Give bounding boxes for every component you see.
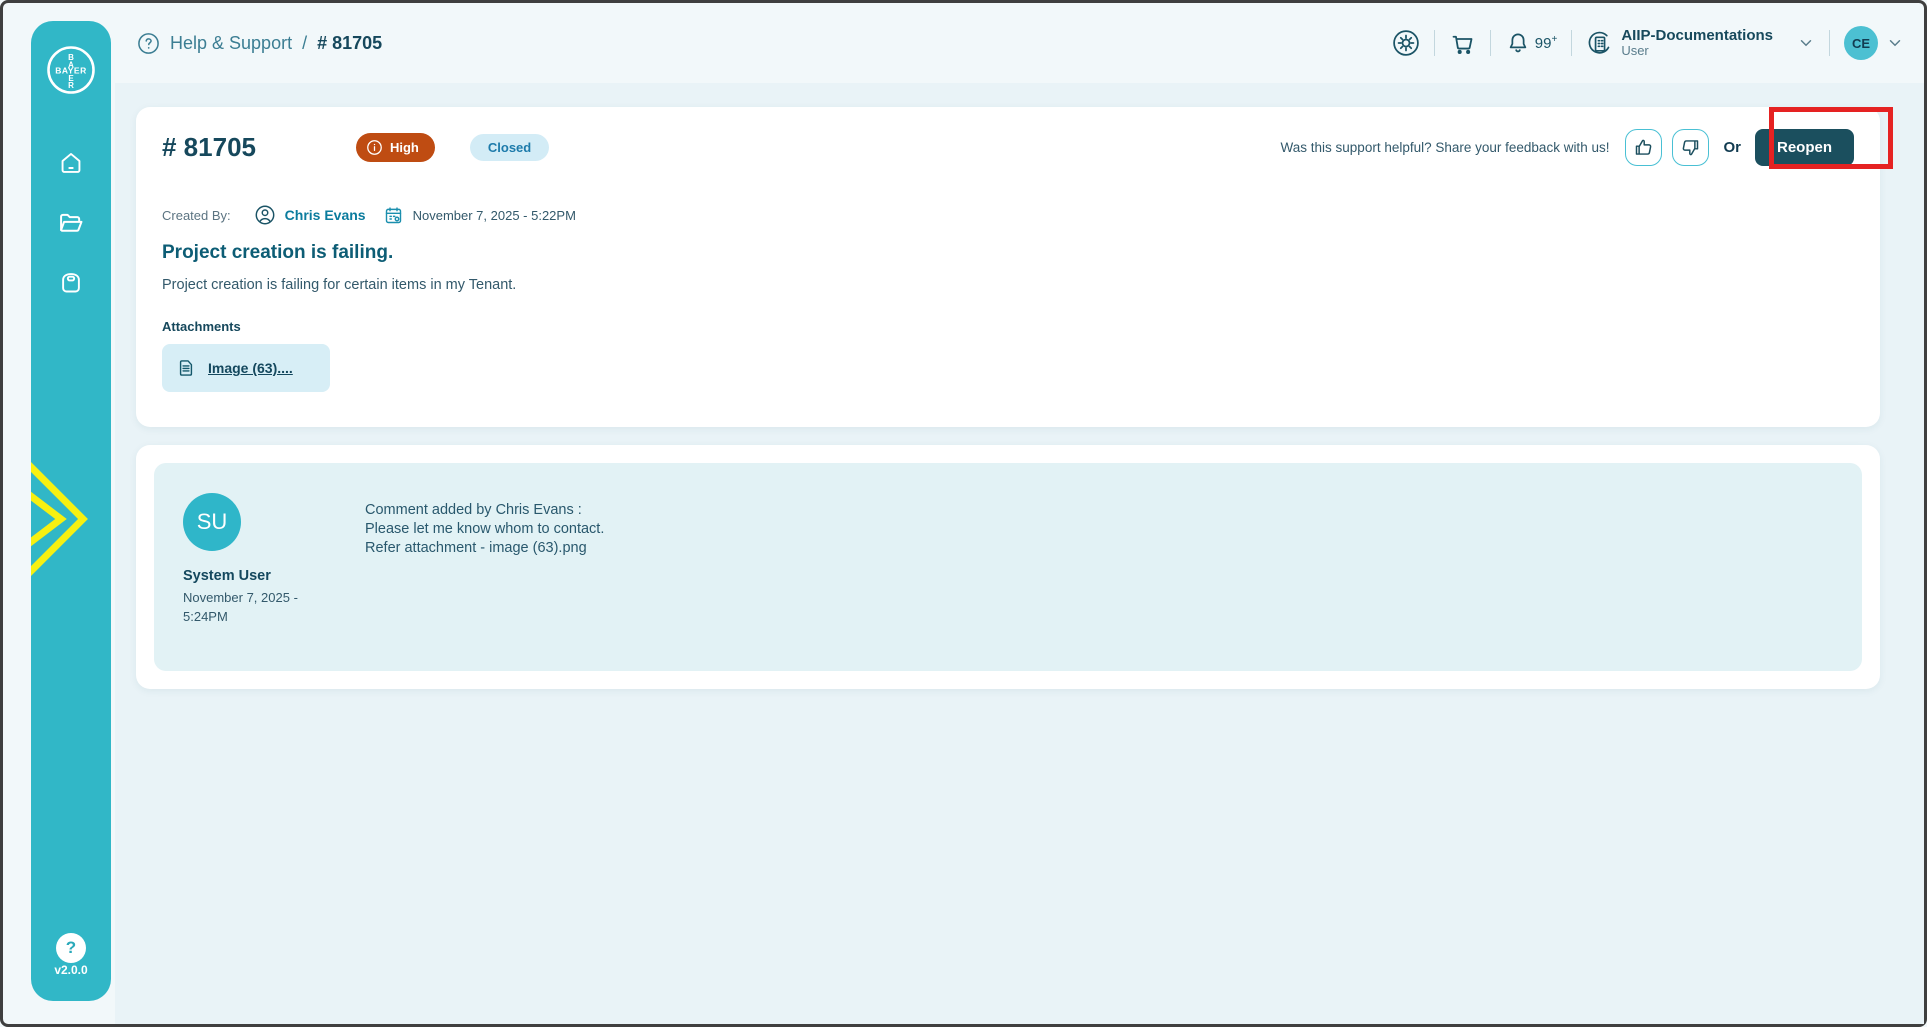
info-icon	[366, 139, 383, 156]
file-icon	[176, 358, 196, 378]
ticket-id: # 81705	[162, 132, 256, 162]
breadcrumb-separator: /	[302, 32, 308, 53]
help-icon[interactable]: ?	[56, 933, 86, 963]
help-support-icon	[137, 32, 160, 55]
top-bar: Help & Support / # 81705 99+ AIIP-Docume…	[115, 3, 1924, 83]
svg-text:R: R	[68, 81, 74, 90]
feedback-row: Was this support helpful? Share your fee…	[1281, 129, 1854, 166]
ticket-header-row: # 81705 High Closed Was this support hel…	[162, 129, 1854, 166]
bell-icon[interactable]: 99+	[1505, 30, 1558, 56]
help-glyph: ?	[65, 938, 77, 957]
bayer-logo: B A BAYER E R	[46, 45, 96, 100]
status-badge: Closed	[469, 134, 550, 161]
calendar-icon	[383, 205, 404, 226]
chevron-down-icon[interactable]	[1886, 34, 1904, 52]
ticket-title: Project creation is failing.	[162, 242, 394, 263]
divider	[1433, 30, 1435, 56]
created-date: November 7, 2025 - 5:22PM	[412, 207, 576, 223]
divider	[1571, 30, 1573, 56]
org-name: AIIP-Documentations	[1621, 26, 1773, 44]
sidebar: B A BAYER E R ? v2.0.0	[31, 21, 111, 1001]
chevron-down-icon[interactable]	[1797, 34, 1815, 52]
folder-icon[interactable]	[57, 209, 85, 242]
org-building-icon	[1586, 30, 1613, 57]
breadcrumb: Help & Support / # 81705	[137, 32, 382, 55]
created-by-label: Created By:	[162, 207, 231, 223]
feedback-prompt: Was this support helpful? Share your fee…	[1280, 140, 1610, 155]
thumbs-down-button[interactable]	[1672, 129, 1710, 166]
breadcrumb-ticket-id: # 81705	[317, 32, 383, 53]
comment-author-name: System User	[183, 568, 271, 584]
priority-badge: High	[355, 133, 435, 162]
attachment-chip[interactable]: Image (63)....	[162, 344, 330, 392]
breadcrumb-section[interactable]: Help & Support	[170, 33, 292, 54]
thumbs-up-icon	[1633, 137, 1654, 158]
thumbs-down-icon	[1680, 137, 1701, 158]
org-role: User	[1621, 43, 1649, 59]
user-avatar[interactable]: CE	[1844, 26, 1878, 60]
home-icon[interactable]	[58, 150, 85, 182]
top-actions: 99+ AIIP-Documentations User CE	[1392, 26, 1904, 60]
cart-icon[interactable]	[1449, 30, 1476, 57]
created-by-row: Created By: Chris Evans November 7, 2025…	[162, 204, 1854, 226]
thumbs-up-button[interactable]	[1625, 129, 1663, 166]
comment-text: Comment added by Chris Evans : Please le…	[365, 502, 605, 556]
divider	[1829, 30, 1830, 56]
ticket-description: Project creation is failing for certain …	[162, 277, 517, 293]
attachments-label: Attachments	[162, 319, 241, 334]
gear-icon[interactable]	[1392, 29, 1420, 57]
attachment-link[interactable]: Image (63)....	[208, 360, 293, 376]
version-label: v2.0.0	[54, 963, 88, 977]
or-label: Or	[1723, 139, 1741, 156]
user-circle-icon	[254, 204, 276, 226]
comments-card: SU System User November 7, 2025 - 5:24PM…	[136, 445, 1880, 689]
bag-icon[interactable]	[58, 269, 85, 301]
chevron-decoration	[31, 449, 93, 594]
comment-avatar: SU	[183, 493, 241, 551]
comment-item: SU System User November 7, 2025 - 5:24PM…	[154, 463, 1862, 671]
priority-label: High	[389, 140, 419, 155]
ticket-card: # 81705 High Closed Was this support hel…	[136, 107, 1880, 427]
notification-count: 99+	[1534, 34, 1558, 52]
org-switcher[interactable]: AIIP-Documentations User	[1586, 27, 1815, 59]
comment-date: November 7, 2025 - 5:24PM	[183, 590, 298, 624]
divider	[1489, 30, 1491, 56]
reopen-button[interactable]: Reopen	[1754, 129, 1854, 166]
created-by-name[interactable]: Chris Evans	[285, 207, 366, 223]
